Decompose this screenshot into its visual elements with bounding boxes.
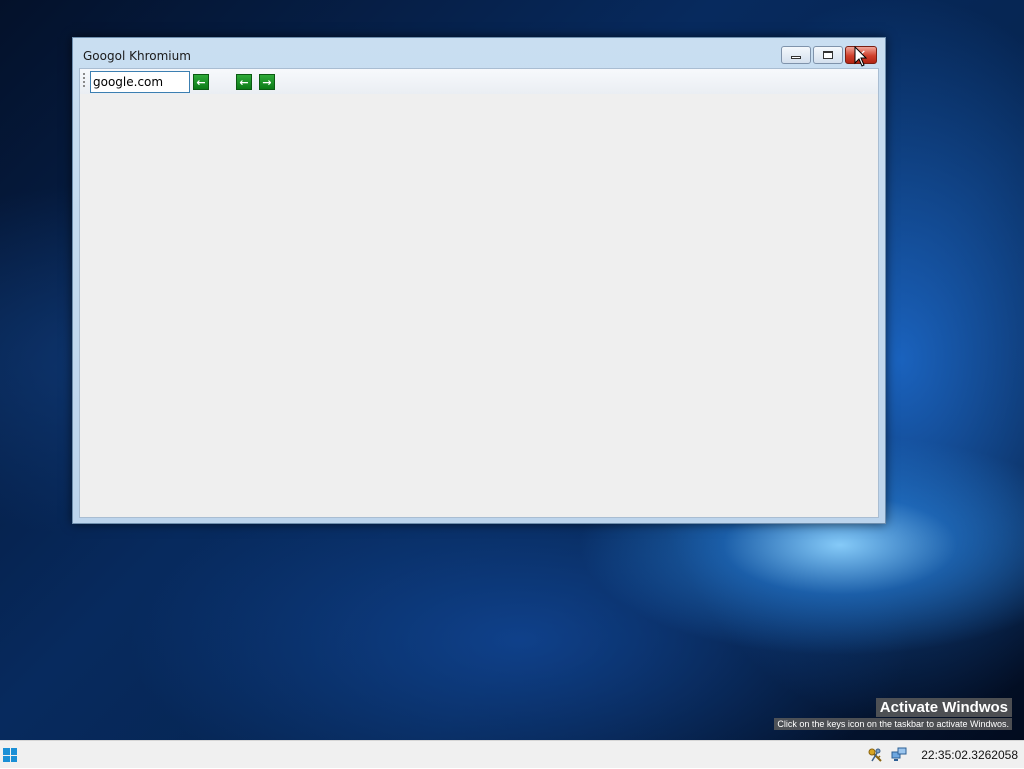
start-button[interactable] [3, 748, 17, 762]
desktop: Googol Khromium ✕ ← [0, 0, 1024, 768]
network-icon[interactable] [891, 747, 907, 763]
minimize-button[interactable] [781, 46, 811, 64]
taskbar: 22:35:02.3262058 [0, 740, 1024, 768]
arrow-right-icon: → [262, 75, 272, 89]
maximize-icon [823, 51, 833, 59]
system-tray: 22:35:02.3262058 [867, 741, 1018, 769]
maximize-button[interactable] [813, 46, 843, 64]
window-title: Googol Khromium [83, 49, 191, 63]
mouse-cursor-icon [854, 46, 868, 67]
watermark-title: Activate Windwos [875, 698, 1012, 717]
activation-watermark: Activate Windwos Click on the keys icon … [774, 697, 1012, 730]
arrow-left-icon: ← [196, 75, 206, 89]
taskbar-clock[interactable]: 22:35:02.3262058 [921, 748, 1018, 762]
toolbar-grip-handle[interactable] [83, 73, 85, 89]
browser-window: Googol Khromium ✕ ← [72, 37, 886, 524]
watermark-subtitle: Click on the keys icon on the taskbar to… [774, 718, 1012, 730]
minimize-icon [791, 55, 801, 59]
address-input[interactable] [90, 71, 190, 93]
navigation-toolbar: ← ← → [80, 69, 878, 94]
keys-icon[interactable] [867, 747, 883, 763]
start-logo-tile [10, 755, 17, 762]
arrow-left-icon: ← [239, 75, 249, 89]
go-button[interactable]: ← [193, 74, 209, 90]
start-logo-tile [10, 748, 17, 755]
back-button[interactable]: ← [236, 74, 252, 90]
title-bar[interactable]: Googol Khromium ✕ [73, 38, 885, 68]
browser-content-area: ← ← → [79, 68, 879, 518]
forward-button[interactable]: → [259, 74, 275, 90]
start-logo-tile [3, 755, 10, 762]
start-logo-tile [3, 748, 10, 755]
